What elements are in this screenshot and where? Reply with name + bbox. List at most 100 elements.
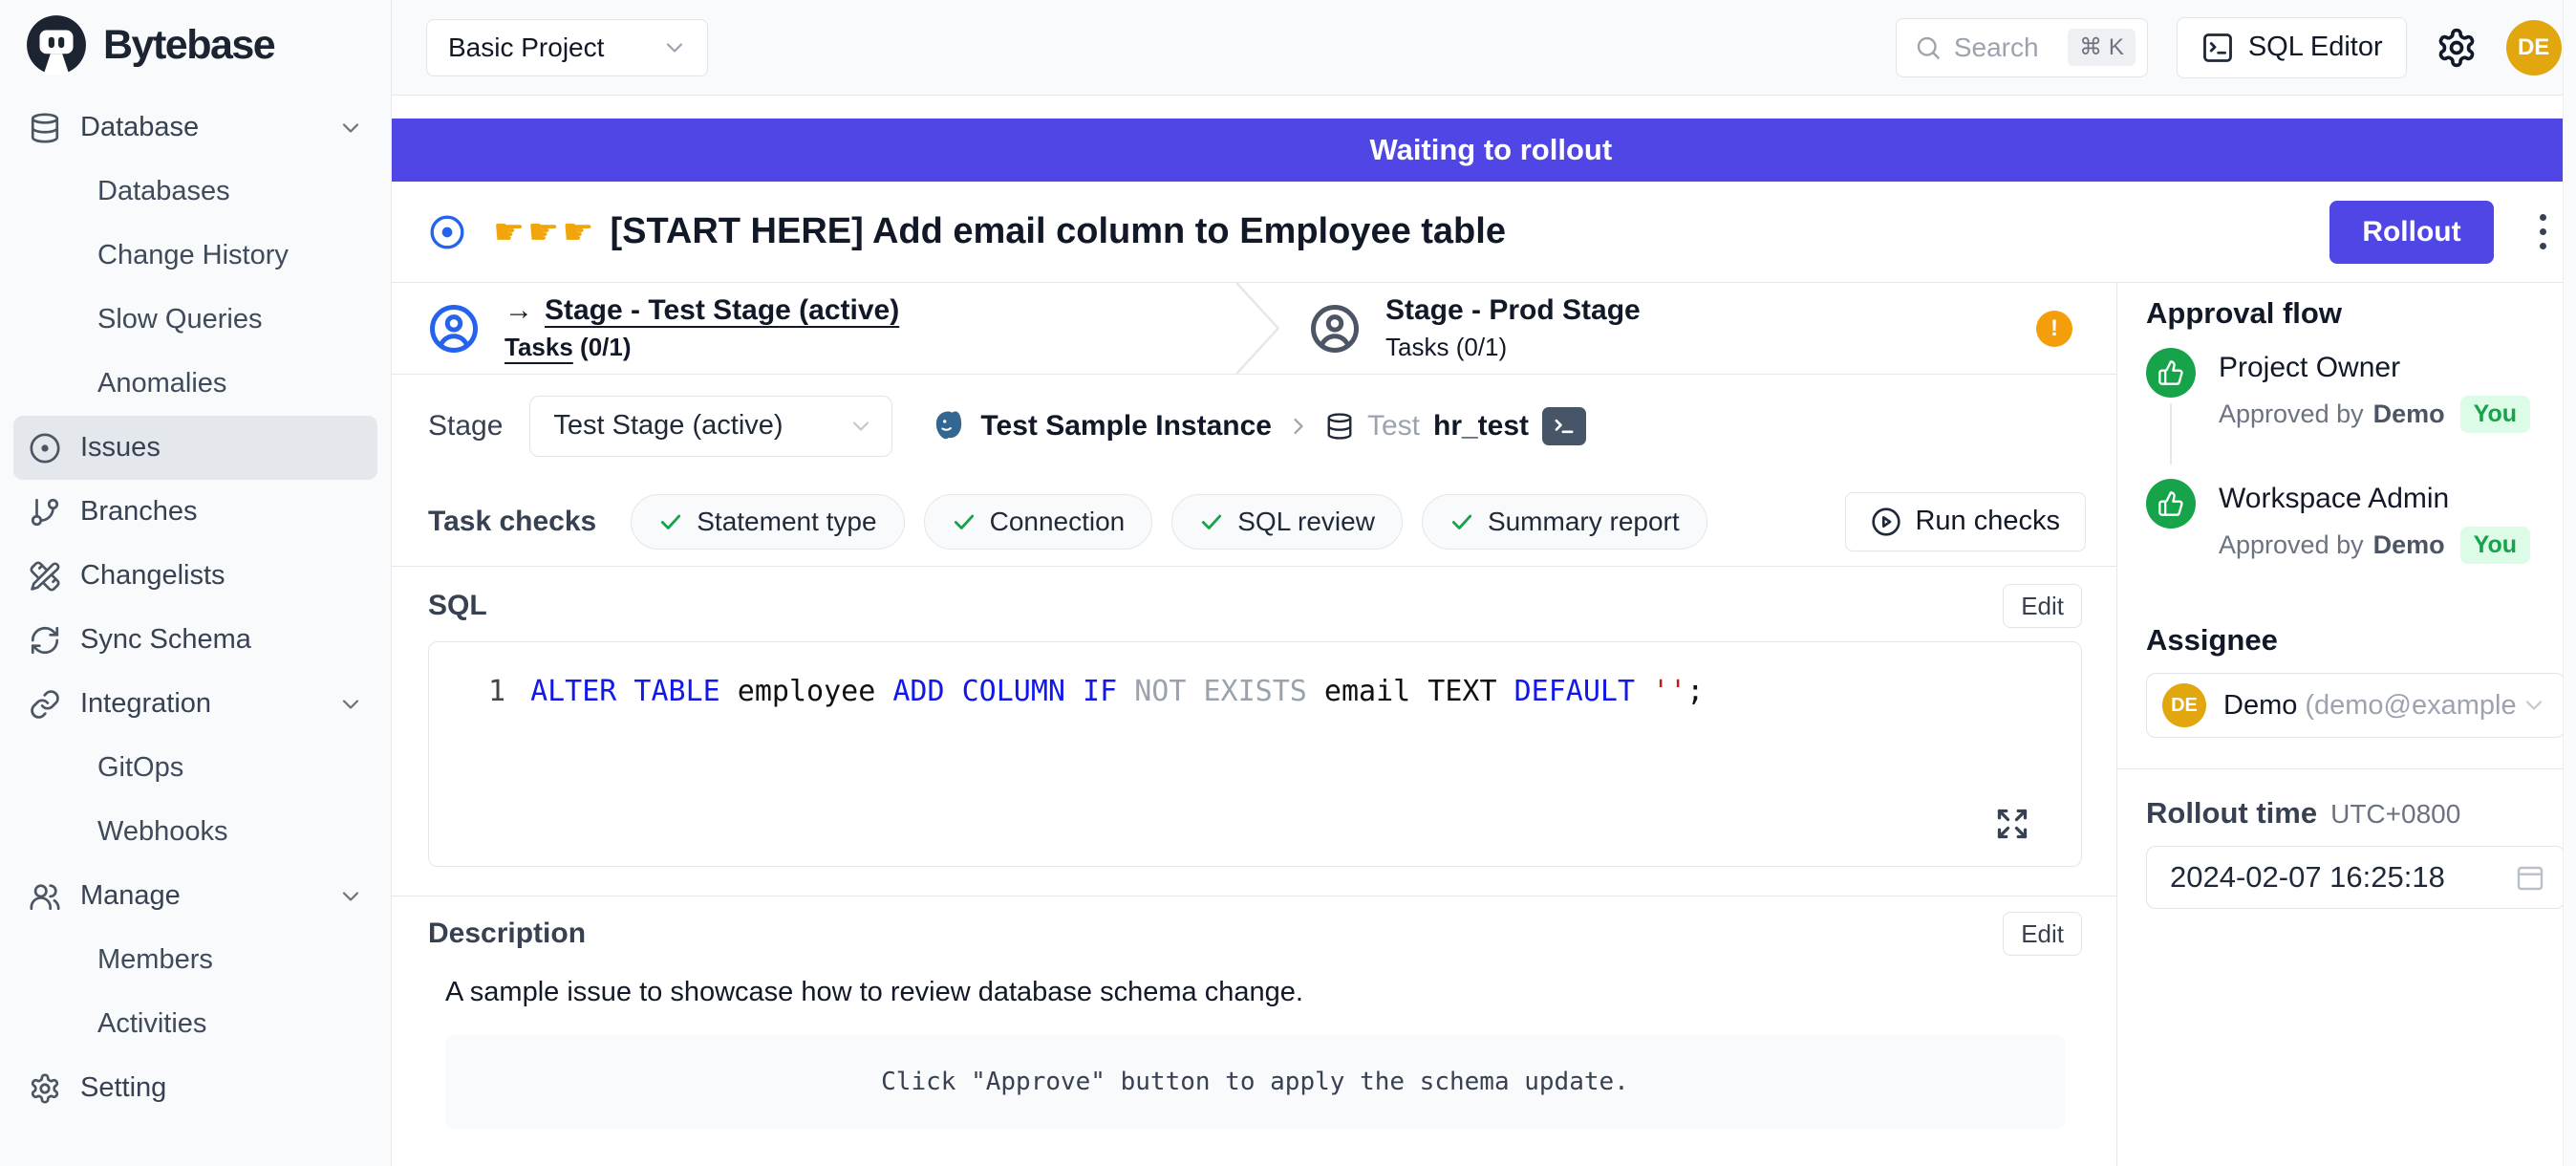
sql-edit-button[interactable]: Edit <box>2003 584 2082 628</box>
brand-name: Bytebase <box>103 22 274 69</box>
run-checks-button[interactable]: Run checks <box>1845 492 2086 551</box>
sidebar-item-change-history[interactable]: Change History <box>13 224 377 288</box>
sidebar-item-webhooks[interactable]: Webhooks <box>13 800 377 864</box>
sidebar-item-label: Sync Schema <box>80 624 251 656</box>
sql-token: NOT EXISTS <box>1134 675 1307 708</box>
stage-name-link[interactable]: Stage - Test Stage (active) <box>545 294 899 326</box>
postgresql-icon <box>931 408 967 444</box>
database-breadcrumb: Test Sample Instance Test hr_test <box>931 407 1586 445</box>
expand-icon[interactable] <box>1995 807 2029 841</box>
check-sql-review[interactable]: SQL review <box>1171 494 1403 550</box>
issue-header: ☛☛☛ [START HERE] Add email column to Emp… <box>392 182 2576 283</box>
bytebase-logo[interactable]: Bytebase <box>0 0 391 76</box>
sidebar-item-label: Activities <box>97 1008 206 1040</box>
sidebar-item-issues[interactable]: Issues <box>13 416 377 480</box>
sql-section: SQL Edit 1 ALTER TABLE employee ADD COLU… <box>392 567 2116 896</box>
search-placeholder: Search <box>1954 32 2039 63</box>
sidebar-item-slow-queries[interactable]: Slow Queries <box>13 288 377 352</box>
approval-flow-title: Approval flow <box>2146 296 2565 331</box>
sidebar-item-branches[interactable]: Branches <box>13 480 377 544</box>
page-title: [START HERE] Add email column to Employe… <box>611 211 1506 252</box>
instance-link[interactable]: Test Sample Instance <box>980 410 1272 443</box>
check-label: Connection <box>990 507 1126 537</box>
main-area: Basic Project Search ⌘ K SQL Editor DE W… <box>392 0 2576 1166</box>
check-summary-report[interactable]: Summary report <box>1422 494 1707 550</box>
tasks-label: Tasks <box>1385 333 1449 361</box>
assignee-title: Assignee <box>2146 623 2565 658</box>
sidebar-item-gitops[interactable]: GitOps <box>13 736 377 800</box>
check-statement-type[interactable]: Statement type <box>631 494 904 550</box>
check-label: Summary report <box>1488 507 1680 537</box>
stage-name: Stage - Prod Stage <box>1385 294 1641 326</box>
current-stage-arrow: → <box>504 294 533 326</box>
scrollbar[interactable] <box>2563 0 2576 1166</box>
sql-token: ; <box>1686 675 1704 708</box>
pointer-emoji: ☛☛☛ <box>493 211 597 252</box>
link-icon <box>29 688 61 721</box>
tasks-count: (0/1) <box>580 333 631 361</box>
sql-token <box>1117 675 1134 708</box>
sql-code: ALTER TABLE employee ADD COLUMN IF NOT E… <box>530 675 1704 866</box>
settings-gear-icon[interactable] <box>2436 27 2478 69</box>
sidebar-nav: Database Databases Change History Slow Q… <box>0 96 391 1120</box>
database-link[interactable]: hr_test <box>1433 410 1529 443</box>
content: → Stage - Test Stage (active) Tasks (0/1)… <box>392 283 2576 1166</box>
assignee-value: Demo (demo@example <box>2223 690 2517 722</box>
description-edit-button[interactable]: Edit <box>2003 912 2082 956</box>
sidebar-item-setting[interactable]: Setting <box>13 1056 377 1120</box>
sidebar-item-label: Database <box>80 112 199 143</box>
sidebar-item-label: Members <box>97 944 213 976</box>
chevron-down-icon <box>337 691 364 718</box>
sidebar-item-databases[interactable]: Databases <box>13 160 377 224</box>
bytebase-logo-icon <box>25 13 88 76</box>
sql-editor[interactable]: 1 ALTER TABLE employee ADD COLUMN IF NOT… <box>428 641 2082 867</box>
rollout-button[interactable]: Rollout <box>2329 201 2493 264</box>
sidebar-item-anomalies[interactable]: Anomalies <box>13 352 377 416</box>
user-avatar[interactable]: DE <box>2506 20 2562 76</box>
approver-name: Demo <box>2373 530 2445 560</box>
sidebar-item-label: Setting <box>80 1072 166 1104</box>
sidebar-item-activities[interactable]: Activities <box>13 992 377 1056</box>
sidebar-item-members[interactable]: Members <box>13 928 377 992</box>
status-banner: Waiting to rollout <box>392 119 2576 182</box>
environment-label: Test <box>1367 410 1420 443</box>
sidebar-item-integration[interactable]: Integration <box>13 672 377 736</box>
search-icon <box>1914 33 1943 62</box>
chevron-down-icon <box>2521 692 2547 719</box>
stage-tabs: → Stage - Test Stage (active) Tasks (0/1)… <box>392 283 2116 375</box>
issue-open-icon <box>428 213 466 251</box>
project-selector[interactable]: Basic Project <box>426 19 708 76</box>
approved-thumbs-up-icon <box>2146 348 2196 398</box>
search-input[interactable]: Search ⌘ K <box>1896 18 2148 77</box>
stage-tab-test[interactable]: → Stage - Test Stage (active) Tasks (0/1) <box>392 283 1233 374</box>
check-connection[interactable]: Connection <box>924 494 1153 550</box>
you-badge: You <box>2460 527 2530 564</box>
rollout-time-header: Rollout time UTC+0800 <box>2146 796 2565 831</box>
chevron-down-icon <box>337 883 364 910</box>
more-options-icon[interactable] <box>2534 208 2552 255</box>
stage-tab-prod[interactable]: Stage - Prod Stage Tasks (0/1) ! <box>1282 283 2116 374</box>
sidebar-item-sync-schema[interactable]: Sync Schema <box>13 608 377 672</box>
stage-select[interactable]: Test Stage (active) <box>529 396 892 457</box>
chevron-right-icon <box>1285 413 1312 440</box>
assignee-select[interactable]: DE Demo (demo@example <box>2146 673 2565 738</box>
open-sql-editor-icon[interactable] <box>1542 407 1586 445</box>
calendar-icon[interactable] <box>2515 862 2545 893</box>
sidebar-item-manage[interactable]: Manage <box>13 864 377 928</box>
sidebar-item-label: Anomalies <box>97 368 226 399</box>
topbar: Basic Project Search ⌘ K SQL Editor DE <box>392 0 2576 96</box>
sidebar-item-database[interactable]: Database <box>13 96 377 160</box>
sidebar-item-changelists[interactable]: Changelists <box>13 544 377 608</box>
approval-role: Project Owner <box>2219 352 2530 384</box>
search-shortcut-kbd: ⌘ K <box>2068 29 2136 66</box>
description-note: Click "Approve" button to apply the sche… <box>881 1068 1629 1096</box>
topbar-actions: Search ⌘ K SQL Editor DE <box>1896 17 2562 78</box>
tasks-link[interactable]: Tasks <box>504 333 573 361</box>
database-icon <box>1325 412 1354 441</box>
sidebar-item-label: Webhooks <box>97 816 228 848</box>
approver-name: Demo <box>2373 399 2445 429</box>
sql-editor-button[interactable]: SQL Editor <box>2177 17 2407 78</box>
stage-divider <box>1233 283 1282 374</box>
sql-editor-label: SQL Editor <box>2248 32 2383 63</box>
rollout-time-input[interactable]: 2024-02-07 16:25:18 <box>2146 846 2565 909</box>
